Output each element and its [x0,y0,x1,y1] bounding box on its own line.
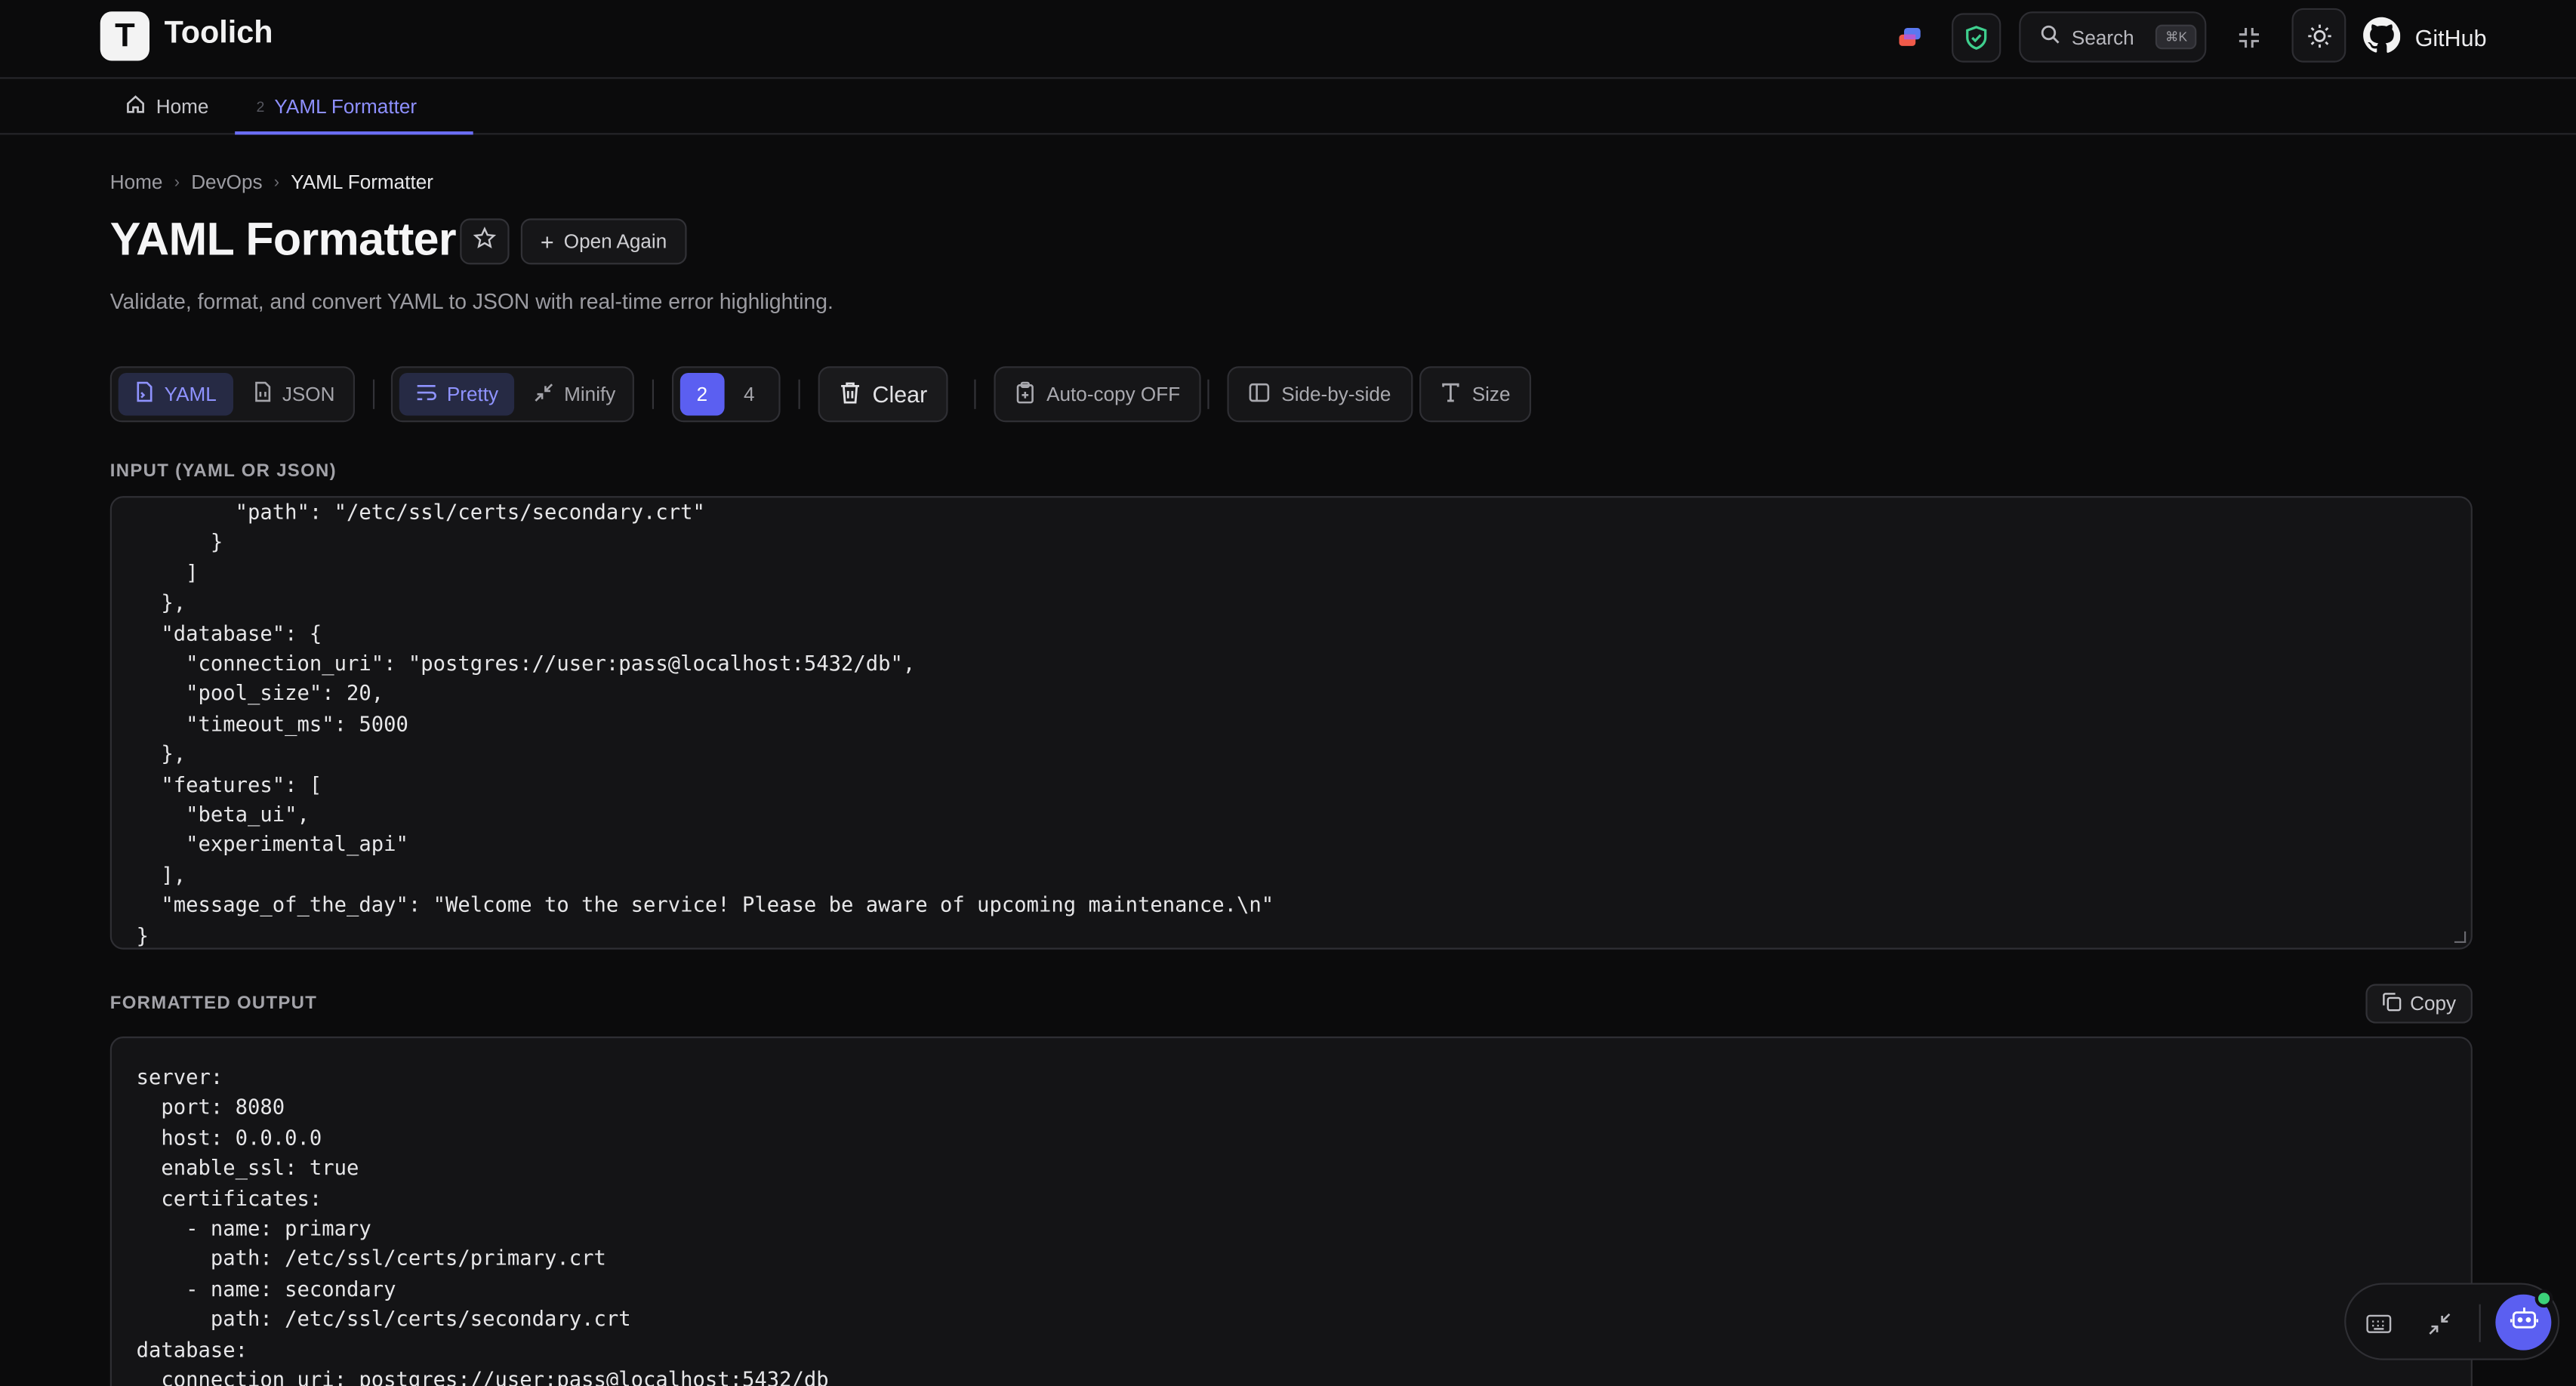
json-mode-button[interactable]: JSON [236,373,351,416]
robot-icon [2509,1306,2538,1339]
star-icon [473,226,497,257]
plus-icon: + [540,228,554,255]
breadcrumb-current: YAML Formatter [291,171,433,194]
minimize-icon[interactable] [2224,13,2273,62]
side-by-side-button[interactable]: Side-by-side [1227,366,1413,423]
output-panel: server: port: 8080 host: 0.0.0.0 enable_… [109,1036,2473,1386]
collapse-icon[interactable] [2420,1304,2459,1344]
dock-divider [2479,1304,2481,1342]
input-code: "path": "/etc/ssl/certs/secondary.crt" }… [136,499,1274,947]
resize-handle-icon[interactable] [2454,931,2467,944]
search-label: Search [2071,25,2134,49]
search-shortcut-badge: ⌘K [2155,24,2198,50]
pretty-label: Pretty [446,383,499,406]
open-again-button[interactable]: + Open Again [520,218,687,265]
font-size-button[interactable]: Size [1419,366,1532,423]
json-file-icon [253,381,273,408]
breadcrumb-home[interactable]: Home [110,171,163,193]
input-textarea[interactable]: "path": "/etc/ssl/certs/secondary.crt" }… [109,496,2473,950]
indent-toggle-group: 2 4 [671,366,781,423]
search-button[interactable]: Search ⌘K [2019,11,2207,63]
indent-2-button[interactable]: 2 [679,372,724,416]
shield-check-icon[interactable] [1952,13,2001,63]
toolbar-divider [652,379,655,409]
tab-yaml-formatter[interactable]: 2 YAML Formatter [235,81,473,135]
minify-button[interactable]: Minify [518,373,632,416]
tab-index: 2 [256,97,265,115]
sun-icon[interactable] [2291,8,2346,63]
type-icon [1441,382,1460,407]
tab-home-label: Home [156,95,209,119]
online-status-badge [2534,1289,2553,1308]
indent-4-button[interactable]: 4 [727,373,771,416]
minify-label: Minify [564,383,616,406]
open-again-label: Open Again [563,229,667,254]
style-toggle-group: Pretty Minify [390,366,634,423]
app-root: T Toolich Search ⌘K GitHub Home 2 YAML F… [0,0,2576,1386]
github-label: GitHub [2414,24,2487,51]
copy-label: Copy [2410,992,2457,1015]
input-label: INPUT (YAML OR JSON) [109,461,337,482]
keyboard-icon[interactable] [2359,1304,2399,1344]
yaml-label: YAML [164,383,217,406]
yaml-file-icon [134,381,154,408]
chevron-right-icon: › [273,173,280,192]
wrap-text-icon [416,382,437,407]
columns-icon [1249,382,1270,407]
chevron-right-icon: › [174,173,180,192]
clear-label: Clear [872,380,928,408]
github-icon [2362,17,2401,60]
top-navbar: T Toolich Search ⌘K GitHub [0,0,2576,79]
page-title: YAML Formatter [109,213,457,265]
copy-icon [2382,991,2402,1016]
json-label: JSON [282,383,335,406]
auto-copy-toggle[interactable]: Auto-copy OFF [994,366,1202,423]
brand-name[interactable]: Toolich [165,17,273,53]
output-code: server: port: 8080 host: 0.0.0.0 enable_… [136,1064,829,1386]
floating-dock [2344,1283,2560,1360]
clipboard-icon [1015,380,1035,408]
tab-active-label: YAML Formatter [274,94,418,118]
auto-copy-label: Auto-copy OFF [1046,383,1181,406]
output-label: FORMATTED OUTPUT [109,993,318,1014]
logo-icon[interactable]: T [100,11,150,61]
toolbar-divider [798,379,800,409]
toolbar-divider [974,379,976,409]
stack-icon[interactable] [1886,13,1935,62]
clear-button[interactable]: Clear [818,366,949,423]
page-subtitle: Validate, format, and convert YAML to JS… [109,288,834,314]
home-icon [125,94,146,120]
copy-button[interactable]: Copy [2365,984,2473,1024]
breadcrumb: Home › DevOps › YAML Formatter [110,171,433,193]
favorite-button[interactable] [460,218,510,265]
breadcrumb-devops[interactable]: DevOps [191,171,262,193]
search-icon [2041,25,2060,50]
pretty-button[interactable]: Pretty [399,372,515,416]
size-label: Size [1471,383,1511,406]
tab-home[interactable]: Home [125,94,208,120]
format-toggle-group: YAML JSON [109,366,356,423]
toolbar-divider [372,379,375,409]
toolbar-divider [1207,379,1209,409]
github-link[interactable]: GitHub [2362,17,2487,60]
minimize-arrows-icon [535,382,554,407]
trash-icon [840,380,861,408]
tab-bar: Home 2 YAML Formatter [0,81,2576,135]
side-by-side-label: Side-by-side [1281,383,1391,406]
yaml-mode-button[interactable]: YAML [118,372,233,416]
